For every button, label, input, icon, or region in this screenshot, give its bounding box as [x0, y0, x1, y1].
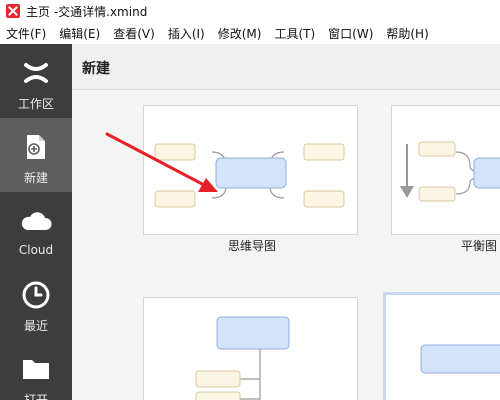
- sidebar-item-label: 最近: [23, 319, 48, 333]
- window-title: 主页 -交通详情.xmind: [26, 4, 148, 19]
- template-label-mindmap: 思维导图: [228, 239, 277, 253]
- folder-icon: [20, 353, 52, 385]
- sidebar-item-label: 新建: [23, 171, 48, 185]
- sidebar-item-cloud[interactable]: Cloud: [0, 192, 72, 266]
- balance-preview: [400, 141, 500, 202]
- main-header: 新建: [72, 44, 500, 90]
- menu-modify[interactable]: 修改(M): [218, 25, 262, 42]
- menu-view[interactable]: 查看(V): [113, 25, 155, 42]
- cloud-icon: [20, 205, 52, 237]
- page-title: 新建: [82, 61, 110, 77]
- template-card-balance[interactable]: [391, 105, 500, 235]
- sidebar-item-recent[interactable]: 最近: [0, 266, 72, 340]
- clock-icon: [20, 279, 52, 311]
- orgchart-preview: [195, 316, 290, 400]
- sidebar-item-label: Cloud: [18, 243, 54, 257]
- template-label-balance: 平衡图: [461, 239, 498, 253]
- workspace-x-icon: [20, 57, 52, 89]
- sidebar: 工作区 新建 Cloud 最近 打开: [0, 44, 72, 400]
- menu-file[interactable]: 文件(F): [6, 25, 46, 42]
- menu-insert[interactable]: 插入(I): [168, 25, 205, 42]
- title-bar: 主页 -交通详情.xmind: [0, 0, 500, 22]
- sidebar-item-new[interactable]: 新建: [0, 118, 72, 192]
- sidebar-item-workspace[interactable]: 工作区: [0, 44, 72, 118]
- menu-window[interactable]: 窗口(W): [328, 25, 373, 42]
- menu-tools[interactable]: 工具(T): [274, 25, 315, 42]
- mindmap-preview: [154, 143, 345, 208]
- logic-preview: [420, 344, 500, 374]
- menu-edit[interactable]: 编辑(E): [59, 25, 100, 42]
- xmind-logo-icon: [6, 4, 20, 18]
- menu-bar: 文件(F) 编辑(E) 查看(V) 插入(I) 修改(M) 工具(T) 窗口(W…: [0, 22, 500, 44]
- template-card-orgchart[interactable]: [143, 297, 358, 400]
- sidebar-item-open[interactable]: 打开: [0, 340, 72, 400]
- sidebar-item-label: 工作区: [17, 97, 54, 111]
- template-card-mindmap[interactable]: [143, 105, 358, 235]
- template-card-logic[interactable]: [383, 292, 500, 400]
- menu-help[interactable]: 帮助(H): [386, 25, 428, 42]
- new-file-icon: [20, 131, 52, 163]
- main-panel: 新建 思维导图 平衡图: [72, 44, 500, 400]
- sidebar-item-label: 打开: [23, 393, 48, 400]
